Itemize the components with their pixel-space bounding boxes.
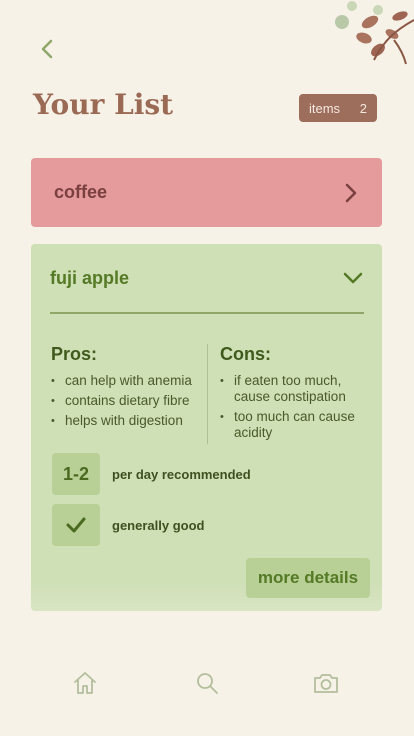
list-item-name: fuji apple <box>50 267 130 288</box>
list-item-fuji-apple: fuji apple Pros: can help with anemia co… <box>31 244 382 611</box>
leaves-decoration <box>335 1 414 65</box>
verdict-row: generally good <box>52 504 204 546</box>
con-item: too much can cause acidity <box>220 409 370 441</box>
serving-text: per day recommended <box>112 466 251 482</box>
pros-section: Pros: can help with anemia contains diet… <box>51 344 211 433</box>
home-icon <box>74 672 96 694</box>
verdict-badge <box>52 504 100 546</box>
chevron-right-icon <box>345 183 357 202</box>
column-divider <box>207 344 208 444</box>
list-item-header[interactable]: fuji apple <box>50 244 364 314</box>
items-label: items <box>309 100 341 116</box>
check-icon <box>66 517 86 533</box>
bottom-nav <box>0 668 414 704</box>
nav-search-button[interactable] <box>192 668 222 698</box>
pro-item: can help with anemia <box>51 373 211 389</box>
list-item-coffee[interactable]: coffee <box>31 158 382 227</box>
pros-heading: Pros: <box>51 344 98 364</box>
con-item: if eaten too much, cause constipation <box>220 373 370 405</box>
search-icon <box>197 673 218 694</box>
verdict-text: generally good <box>112 517 205 533</box>
cons-section: Cons: if eaten too much, cause constipat… <box>220 344 370 445</box>
pro-item: helps with digestion <box>51 413 211 429</box>
serving-badge: 1-2 <box>52 453 100 495</box>
list-item-name: coffee <box>54 182 108 202</box>
nav-camera-button[interactable] <box>311 668 341 698</box>
camera-icon <box>314 674 338 693</box>
nav-home-button[interactable] <box>70 668 100 698</box>
items-count-badge: items 2 <box>299 94 377 122</box>
serving-row: 1-2 per day recommended <box>52 453 251 495</box>
back-button[interactable] <box>36 38 58 60</box>
chevron-down-icon <box>343 272 363 284</box>
cons-heading: Cons: <box>220 344 271 364</box>
page-title: Your List <box>33 88 174 121</box>
more-details-button[interactable]: more details <box>246 558 370 598</box>
pro-item: contains dietary fibre <box>51 393 211 409</box>
items-count: 2 <box>359 100 367 116</box>
chevron-left-icon <box>41 39 53 59</box>
